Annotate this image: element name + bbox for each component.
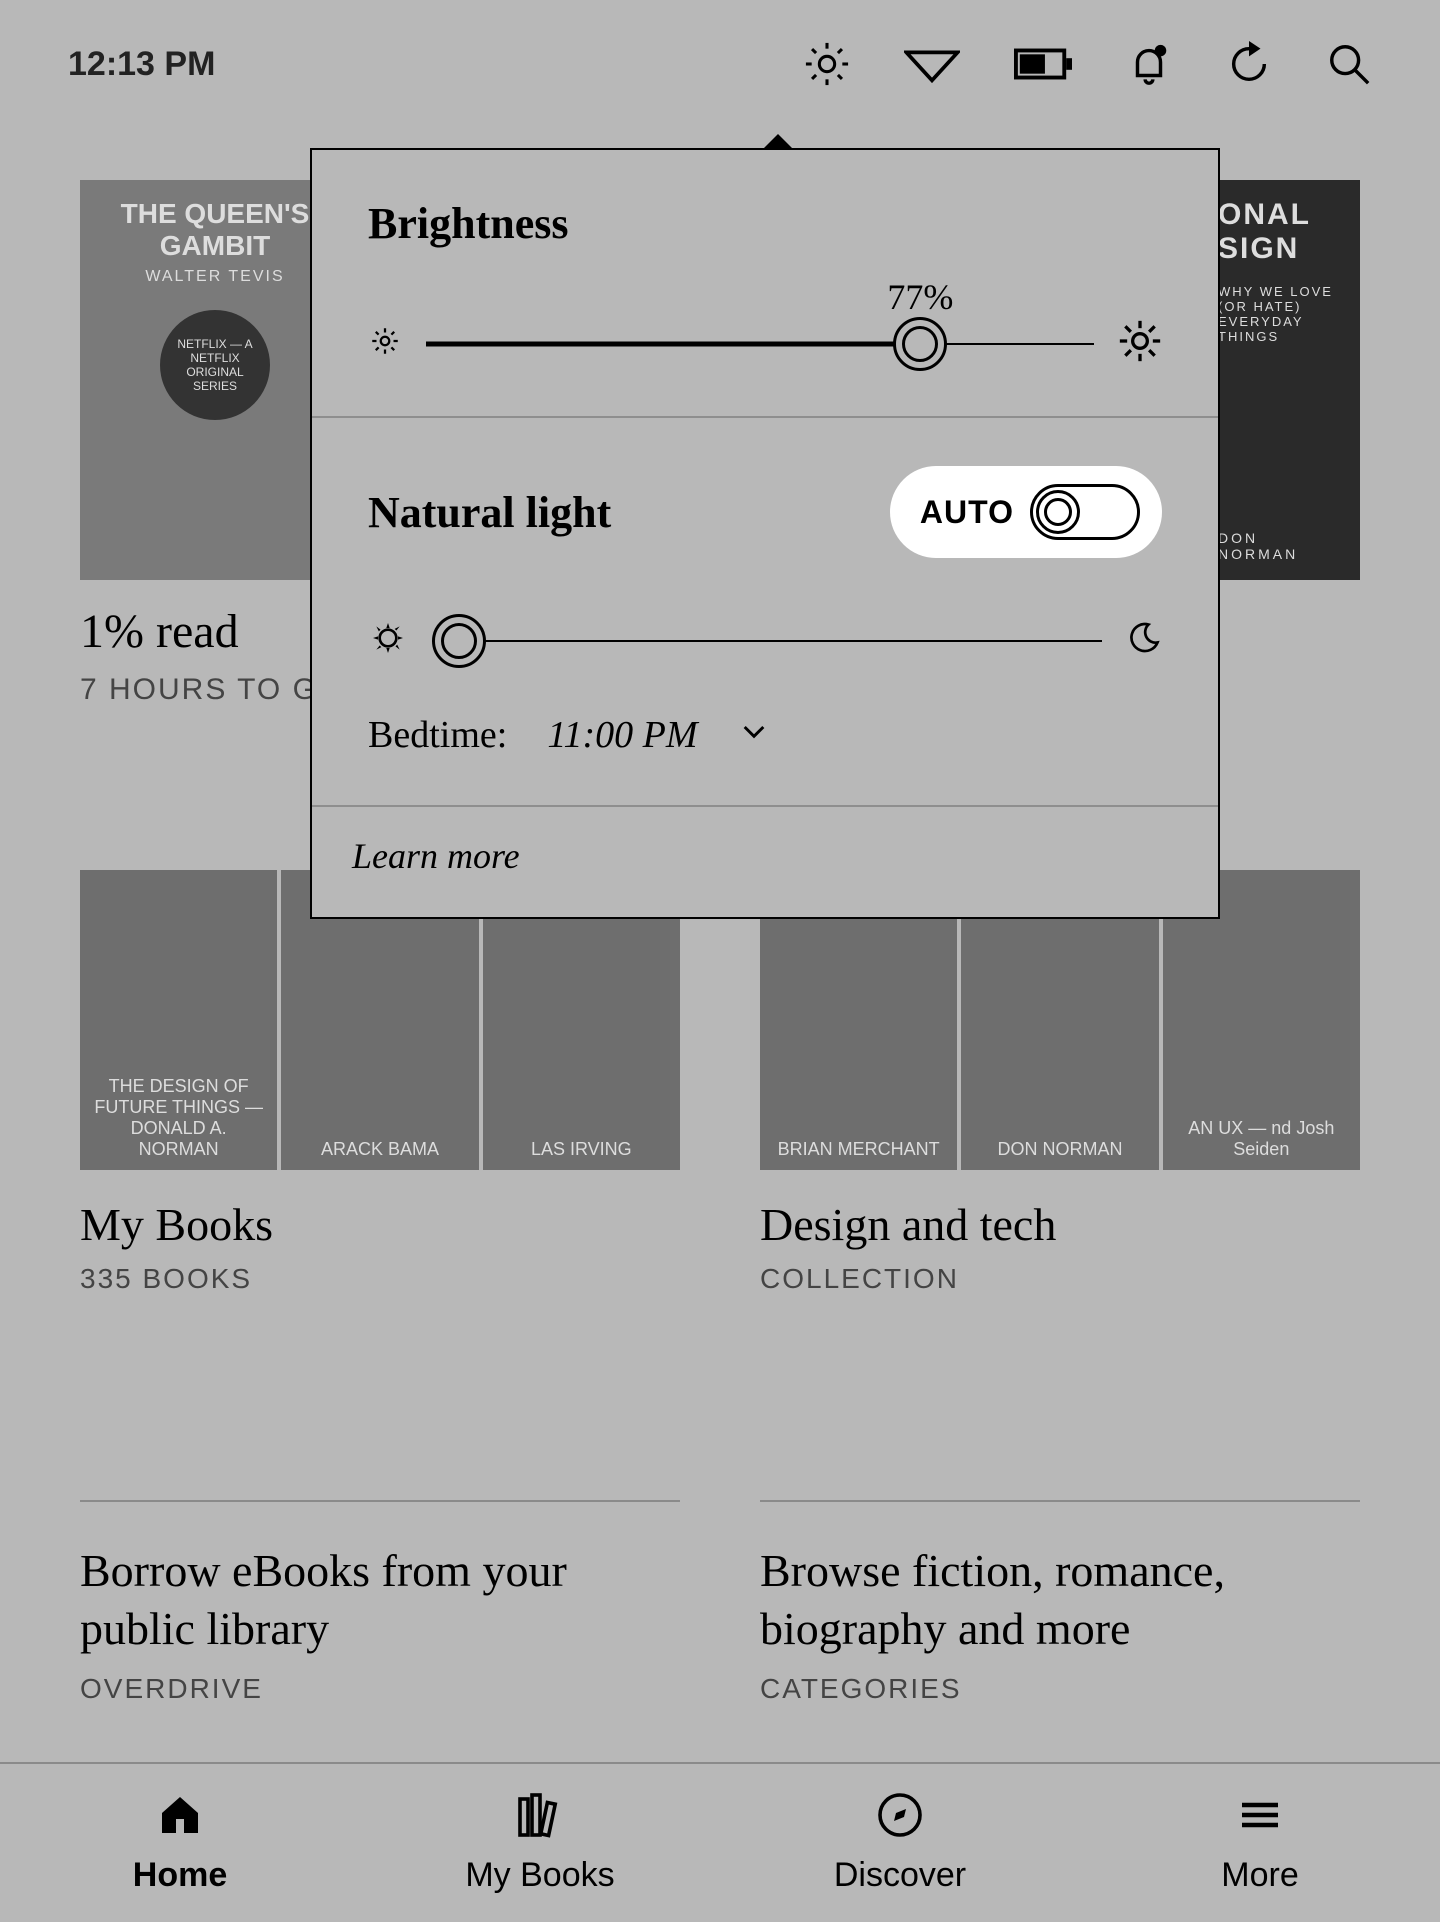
brightness-slider[interactable]: 77% bbox=[368, 319, 1162, 368]
home-icon bbox=[156, 1791, 204, 1848]
status-time: 12:13 PM bbox=[68, 45, 215, 84]
bedtime-value[interactable]: 11:00 PM bbox=[547, 713, 697, 757]
search-icon[interactable] bbox=[1326, 41, 1372, 87]
tile-collection[interactable]: BRIAN MERCHANT DON NORMAN AN UX — nd Jos… bbox=[760, 870, 1360, 1295]
compass-icon bbox=[876, 1791, 924, 1848]
sync-icon[interactable] bbox=[1226, 41, 1272, 87]
tile-my-books[interactable]: THE DESIGN OF FUTURE THINGS — DONALD A. … bbox=[80, 870, 680, 1295]
bedtime-label: Bedtime: bbox=[368, 713, 507, 757]
battery-icon[interactable] bbox=[1014, 47, 1072, 81]
wifi-icon[interactable] bbox=[904, 44, 960, 84]
books-icon bbox=[514, 1791, 566, 1848]
brightness-heading: Brightness bbox=[368, 198, 1162, 249]
moon-icon bbox=[1126, 620, 1162, 661]
next-book-cover[interactable]: ONAL SIGN WHY WE LOVE (OR HATE) EVERYDAY… bbox=[1200, 180, 1360, 580]
bottom-nav: Home My Books Discover More bbox=[0, 1762, 1440, 1922]
brightness-slider-thumb[interactable] bbox=[893, 317, 947, 371]
nav-more[interactable]: More bbox=[1080, 1791, 1440, 1895]
brightness-high-icon bbox=[1118, 319, 1162, 368]
brightness-value-label: 77% bbox=[887, 276, 953, 318]
learn-more-link[interactable]: Learn more bbox=[312, 805, 1218, 917]
nav-home[interactable]: Home bbox=[0, 1791, 360, 1895]
menu-icon bbox=[1236, 1791, 1284, 1848]
brightness-icon[interactable] bbox=[804, 41, 850, 87]
status-bar: 12:13 PM bbox=[0, 0, 1440, 128]
natural-light-heading: Natural light bbox=[368, 487, 611, 538]
nav-discover[interactable]: Discover bbox=[720, 1791, 1080, 1895]
brightness-low-icon bbox=[368, 324, 402, 363]
link-overdrive[interactable]: Borrow eBooks from your public library O… bbox=[80, 1500, 680, 1705]
natural-light-auto-toggle[interactable] bbox=[1030, 484, 1140, 540]
brightness-popover: Brightness 77% bbox=[310, 148, 1220, 919]
status-icons bbox=[804, 41, 1372, 87]
natural-light-slider[interactable] bbox=[368, 618, 1162, 663]
nav-my-books[interactable]: My Books bbox=[360, 1791, 720, 1895]
chevron-down-icon[interactable] bbox=[738, 713, 770, 757]
natural-light-slider-thumb[interactable] bbox=[432, 614, 486, 668]
notification-bell-icon[interactable] bbox=[1126, 41, 1172, 87]
link-categories[interactable]: Browse fiction, romance, biography and m… bbox=[760, 1500, 1360, 1705]
natural-light-auto-pill: AUTO bbox=[890, 466, 1162, 558]
sun-icon bbox=[368, 618, 408, 663]
auto-label: AUTO bbox=[920, 494, 1014, 531]
